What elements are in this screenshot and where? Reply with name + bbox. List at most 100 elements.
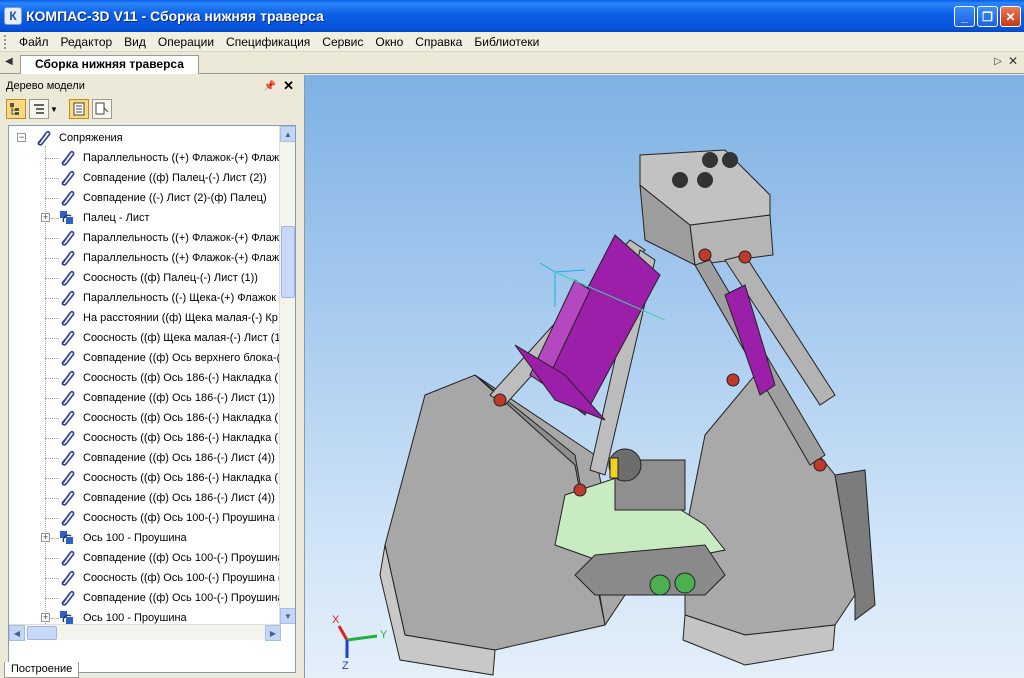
tab-scroll-right-icon[interactable]: ▷ [994,56,1002,67]
expand-icon[interactable]: + [41,213,50,222]
tab-close-icon[interactable]: ✕ [1008,54,1018,68]
document-view-button[interactable] [68,99,89,119]
tree-mate-item[interactable]: Совпадение ((ф) Ось 100-(-) Проушина [9,548,281,568]
kompas-icon[interactable]: К [4,7,22,25]
tree-connector [51,618,59,619]
tree-item-label: Соосность ((ф) Ось 186-(-) Накладка ( [83,412,279,424]
tree-mate-item[interactable]: Совпадение ((ф) Ось 186-(-) Лист (4)) [9,448,281,468]
tree-item-label: Ось 100 - Проушина [83,532,187,544]
properties-icon [95,102,109,115]
3d-viewport[interactable]: X Y Z [304,75,1024,678]
tree-vertical-scrollbar[interactable]: ▲ ▼ [279,126,295,624]
tree-group-item[interactable]: + Ось 100 - Проушина [9,528,281,548]
tab-scroll-left-icon[interactable]: ◀ [5,56,13,67]
tree-group-item[interactable]: + Палец - Лист [9,208,281,228]
menu-window[interactable]: Окно [370,35,408,49]
menu-help[interactable]: Справка [410,35,467,49]
scroll-left-icon[interactable]: ◀ [9,625,25,641]
tree-mate-item[interactable]: Совпадение ((ф) Палец-(-) Лист (2)) [9,168,281,188]
scroll-down-icon[interactable]: ▼ [280,608,295,624]
tree-mate-item[interactable]: Соосность ((ф) Ось 186-(-) Накладка ( [9,428,281,448]
paperclip-icon [61,290,75,306]
tree-connector [45,578,59,579]
tree-mate-item[interactable]: Совпадение ((ф) Ось 186-(-) Лист (4)) [9,488,281,508]
scroll-thumb[interactable] [281,226,295,298]
tree-item-label: Параллельность ((+) Флажок-(+) Флажок [83,252,281,264]
tree-mate-item[interactable]: Соосность ((ф) Ось 100-(-) Проушина ( [9,568,281,588]
tree-structure-button[interactable] [6,99,26,119]
expand-icon[interactable]: + [41,533,50,542]
tree-view-mode-button[interactable] [29,99,49,119]
tree-mate-item[interactable]: Совпадение ((ф) Ось 186-(-) Лист (1)) [9,388,281,408]
model-tree-panel: Дерево модели 📌 ✕ ▼ − Сопряжения Параллель… [0,75,302,678]
tree-mate-item[interactable]: Совпадение ((ф) Ось 100-(-) Проушина [9,588,281,608]
assembly-model [379,149,876,676]
menu-file[interactable]: Файл [14,35,54,49]
panel-close-icon[interactable]: ✕ [283,78,294,94]
right-bucket-shell [684,374,856,636]
tree-mate-item[interactable]: Параллельность ((+) Флажок-(+) Флажок [9,248,281,268]
tree-mate-item[interactable]: Соосность ((ф) Ось 100-(-) Проушина ( [9,508,281,528]
tree-structure-icon [10,103,19,115]
menu-editor[interactable]: Редактор [56,35,118,49]
tree-mate-item[interactable]: Соосность ((ф) Ось 186-(-) Накладка ( [9,368,281,388]
scroll-up-icon[interactable]: ▲ [280,126,295,142]
model-tree: − Сопряжения Параллельность ((+) Флажок-(+… [8,125,296,673]
title-bar: К КОМПАС-3D V11 - Сборка нижняя траверса… [0,0,1024,32]
tree-connector [45,378,59,379]
menu-view[interactable]: Вид [119,35,151,49]
tree-mate-item[interactable]: Соосность ((ф) Палец-(-) Лист (1)) [9,268,281,288]
paperclip-icon [61,590,75,606]
expand-icon[interactable]: + [41,613,50,622]
tree-mate-item[interactable]: Совпадение ((-) Лист (2)-(ф) Палец) [9,188,281,208]
pin-icon[interactable]: 📌 [264,81,276,92]
tree-item-label: Ось 100 - Проушина [83,612,187,624]
paperclip-icon [61,430,75,446]
menu-operations[interactable]: Операции [153,35,219,49]
window-title: КОМПАС-3D V11 - Сборка нижняя траверса [26,8,324,24]
hscroll-thumb[interactable] [27,626,57,640]
tree-folder-mates[interactable]: − Сопряжения [9,128,281,148]
tree-horizontal-scrollbar[interactable]: ◀ ▶ [9,624,281,641]
build-tab[interactable]: Построение [4,662,80,678]
tree-rows: − Сопряжения Параллельность ((+) Флажок-(+… [9,126,281,624]
tree-mate-item[interactable]: Параллельность ((+) Флажок-(+) Флажок [9,148,281,168]
tree-connector [45,518,59,519]
menu-service[interactable]: Сервис [317,35,368,49]
tree-connector [45,318,59,319]
tree-mate-item[interactable]: Параллельность ((+) Флажок-(+) Флажок [9,228,281,248]
menu-grip[interactable] [4,34,8,49]
minimize-button[interactable]: _ [954,6,975,27]
tree-mate-item[interactable]: Совпадение ((ф) Ось верхнего блока-( [9,348,281,368]
tree-connector [45,178,59,179]
close-button[interactable]: ✕ [1000,6,1021,27]
collapse-icon[interactable]: − [17,133,26,142]
tree-mate-item[interactable]: Соосность ((ф) Щека малая-(-) Лист (1 [9,328,281,348]
tree-mate-item[interactable]: Соосность ((ф) Ось 186-(-) Накладка ( [9,468,281,488]
scroll-right-icon[interactable]: ▶ [265,625,281,641]
tree-item-label: Совпадение ((ф) Ось 186-(-) Лист (1)) [83,392,275,404]
y-axis-line [346,634,378,642]
tree-connector [45,198,59,199]
paperclip-icon [61,570,75,586]
paperclip-icon [61,390,75,406]
tree-mate-item[interactable]: Параллельность ((-) Щека-(+) Флажок [9,288,281,308]
menu-specification[interactable]: Спецификация [221,35,315,49]
chevron-down-icon[interactable]: ▼ [50,105,58,114]
document-tab[interactable]: Сборка нижняя траверса [20,55,199,74]
mate-group-icon [60,611,73,624]
properties-button[interactable] [91,99,112,119]
tree-mate-item[interactable]: Соосность ((ф) Ось 186-(-) Накладка ( [9,408,281,428]
tree-item-label: Совпадение ((ф) Ось 186-(-) Лист (4)) [83,452,275,464]
tree-group-item[interactable]: + Ось 100 - Проушина [9,608,281,624]
menu-libraries[interactable]: Библиотеки [469,35,544,49]
tree-item-label: Параллельность ((-) Щека-(+) Флажок [83,292,277,304]
paperclip-icon [61,170,75,186]
y-axis-label: Y [380,629,388,641]
tree-connector [45,238,59,239]
tree-item-label: Параллельность ((+) Флажок-(+) Флажок [83,152,281,164]
maximize-button[interactable]: ❐ [977,6,998,27]
tree-item-label: Совпадение ((-) Лист (2)-(ф) Палец) [83,192,267,204]
paperclip-icon [61,250,75,266]
tree-mate-item[interactable]: На расстоянии ((ф) Щека малая-(-) Кр [9,308,281,328]
